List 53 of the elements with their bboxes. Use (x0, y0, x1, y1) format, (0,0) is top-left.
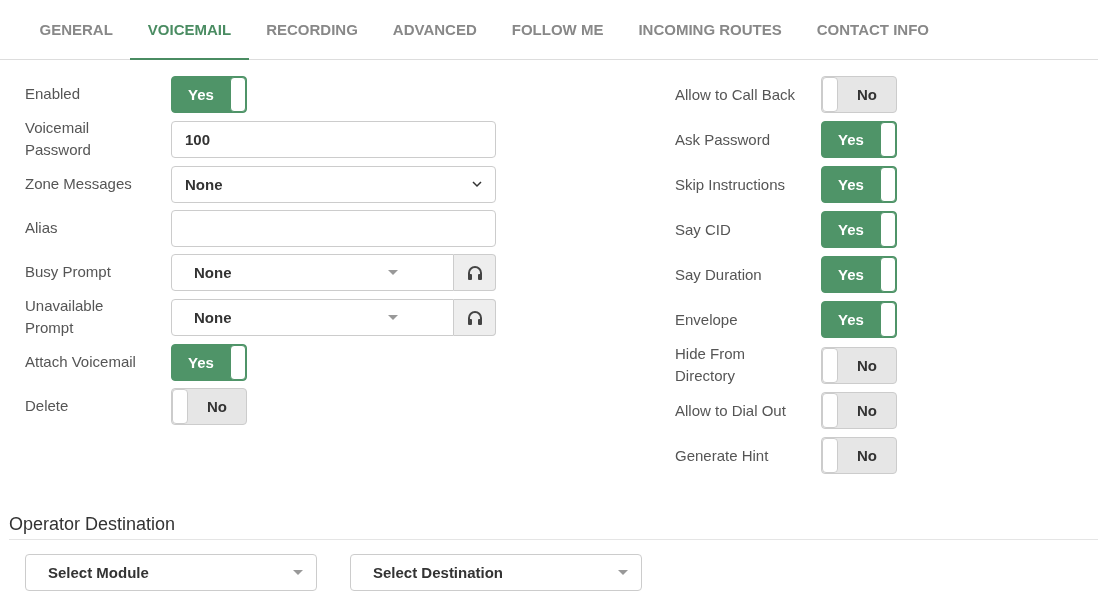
toggle-switch[interactable]: No (171, 387, 247, 425)
caret-icon (618, 570, 628, 575)
tab[interactable]: CONTACT INFO (799, 0, 947, 60)
toggle-switch[interactable]: Yes (821, 301, 897, 338)
toggle-switch[interactable]: No (821, 76, 897, 113)
text-field[interactable] (171, 209, 496, 247)
toggle-switch[interactable]: Yes (171, 75, 247, 113)
caret-icon (293, 570, 303, 575)
field-label: Hide From Directory (675, 344, 746, 386)
field-label: Skip Instructions (675, 174, 787, 195)
toggle-switch[interactable]: Yes (821, 256, 897, 293)
text-field[interactable]: 100 (171, 120, 496, 158)
toggle-switch[interactable]: Yes (821, 211, 897, 248)
toggle-switch[interactable]: Yes (171, 343, 247, 381)
field-label: Zone Messages (25, 174, 133, 194)
field-label: Say CID (675, 219, 732, 240)
tab[interactable]: RECORDING (248, 0, 376, 60)
field-label: Envelope (675, 309, 739, 330)
section-heading: Operator Destination (9, 514, 1098, 540)
dropdown[interactable]: Select Module (25, 554, 317, 591)
field-label: Ask Password (675, 129, 772, 150)
field-label: Say Duration (675, 264, 763, 285)
toggle-switch[interactable]: No (821, 392, 897, 429)
field-label: Allow to Dial Out (675, 400, 787, 421)
field-label: Busy Prompt (25, 262, 112, 282)
caret-icon (388, 269, 398, 275)
toggle-switch[interactable]: No (821, 437, 897, 474)
play-button[interactable] (454, 298, 496, 336)
tab[interactable]: FOLLOW ME (494, 0, 621, 60)
tab[interactable]: VOICEMAIL (130, 0, 249, 60)
tab[interactable]: INCOMING ROUTES (620, 0, 800, 60)
field-label: Enabled (25, 84, 82, 104)
play-button[interactable] (454, 253, 496, 291)
dropdown[interactable]: None (171, 253, 454, 291)
field-label: Unavailable Prompt (25, 296, 105, 338)
headphones-icon (466, 264, 483, 280)
field-label: Delete (25, 396, 70, 416)
dropdown[interactable]: Select Destination (350, 554, 642, 591)
field-label: Alias (25, 218, 59, 238)
toggle-switch[interactable]: No (821, 346, 897, 384)
toggle-switch[interactable]: Yes (821, 166, 897, 203)
field-label: Allow to Call Back (675, 84, 797, 105)
dropdown[interactable]: None (171, 165, 496, 203)
dropdown[interactable]: None (171, 298, 454, 336)
caret-icon (388, 314, 398, 320)
tab[interactable]: GENERAL (22, 0, 131, 60)
headphones-icon (466, 309, 483, 325)
chevron-down-icon (472, 180, 482, 188)
toggle-switch[interactable]: Yes (821, 121, 897, 158)
field-label: Attach Voicemail (25, 352, 137, 372)
tab[interactable]: ADVANCED (375, 0, 495, 60)
field-label: Generate Hint (675, 445, 770, 466)
field-label: Voicemail Password (25, 118, 92, 160)
